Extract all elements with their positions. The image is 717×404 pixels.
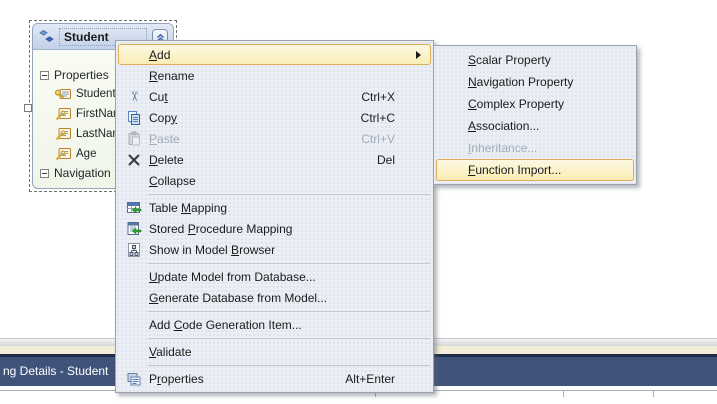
menu-shortcut: Del [377,153,395,167]
menu-item-delete[interactable]: Delete Del [118,149,431,170]
menu-item-show-in-model-browser[interactable]: Show in Model Browser [118,239,431,260]
menu-item-label: Update Model from Database... [149,270,316,284]
submenu-item-function-import[interactable]: Function Import... [436,159,634,181]
ef-designer-canvas: ng Details - Student Student [0,0,717,404]
menu-item-add[interactable]: Add [118,44,431,65]
menu-item-stored-procedure-mapping[interactable]: Stored Procedure Mapping [118,218,431,239]
submenu-item-scalar-property[interactable]: Scalar Property [436,49,634,71]
scalar-property-icon [54,127,72,141]
menu-icon-gutter [119,371,149,387]
menu-icon-gutter: ✂ [119,90,149,103]
menu-icon-gutter [119,110,149,126]
section-label: Properties [54,68,109,82]
submenu-arrow-icon [416,51,421,59]
mapping-details-title: ng Details - Student [3,364,108,378]
grid-column-tick [653,390,654,397]
menu-icon-gutter [119,131,149,147]
menu-icon-gutter [119,200,149,216]
menu-icon-gutter [119,153,149,167]
menu-item-label: Table Mapping [149,201,227,215]
menu-item-label: Navigation Property [468,75,573,89]
section-label: Navigation [54,166,111,180]
selection-handle[interactable] [24,104,32,112]
menu-item-label: Stored Procedure Mapping [149,222,292,236]
property-label: Age [76,148,96,160]
table-mapping-icon [126,200,142,216]
menu-item-paste[interactable]: Paste Ctrl+V [118,128,431,149]
scissors-icon: ✂ [128,91,141,102]
menu-separator [148,365,430,366]
menu-shortcut: Alt+Enter [345,372,395,386]
submenu-item-inheritance[interactable]: Inheritance... [436,137,634,159]
submenu-item-complex-property[interactable]: Complex Property [436,93,634,115]
menu-item-copy[interactable]: Copy Ctrl+C [118,107,431,128]
menu-item-label: Add [149,48,170,62]
grid-column-tick [563,390,564,397]
submenu-item-navigation-property[interactable]: Navigation Property [436,71,634,93]
menu-item-validate[interactable]: Validate [118,341,431,362]
menu-separator [148,338,430,339]
delete-x-icon [127,153,141,167]
submenu-item-association[interactable]: Association... [436,115,634,137]
menu-separator [148,263,430,264]
menu-icon-gutter [119,221,149,237]
menu-item-label: Rename [149,69,194,83]
menu-item-label: Association... [468,119,539,133]
menu-item-label: Delete [149,153,184,167]
menu-item-label: Function Import... [468,163,561,177]
menu-shortcut: Ctrl+X [361,90,395,104]
menu-item-label: Generate Database from Model... [149,291,327,305]
menu-item-properties[interactable]: Properties Alt+Enter [118,368,431,389]
context-menu: Add Rename ✂ Cut Ctrl+X Copy Ctrl+C [115,40,434,393]
properties-icon [126,371,142,387]
stored-procedure-mapping-icon [126,221,142,237]
menu-item-label: Validate [149,345,192,359]
menu-shortcut: Ctrl+C [361,111,395,125]
primary-key-icon [54,87,72,101]
model-browser-icon [126,242,142,258]
minus-expander-icon[interactable] [40,169,49,178]
scalar-property-icon [54,107,72,121]
menu-shortcut: Ctrl+V [361,132,395,146]
menu-item-label: Properties [149,372,204,386]
menu-item-label: Scalar Property [468,53,551,67]
add-submenu: Scalar Property Navigation Property Comp… [433,45,637,185]
menu-item-generate-database-from-model[interactable]: Generate Database from Model... [118,287,431,308]
entity-type-icon [39,29,54,44]
menu-item-label: Add Code Generation Item... [149,318,302,332]
minus-expander-icon[interactable] [40,71,49,80]
menu-item-cut[interactable]: ✂ Cut Ctrl+X [118,86,431,107]
menu-item-label: Inheritance... [468,141,537,155]
paste-icon [126,131,142,147]
menu-item-label: Paste [149,132,180,146]
menu-item-label: Copy [149,111,177,125]
menu-icon-gutter [119,242,149,258]
copy-icon [126,110,142,126]
menu-item-table-mapping[interactable]: Table Mapping [118,197,431,218]
menu-item-add-code-generation-item[interactable]: Add Code Generation Item... [118,314,431,335]
menu-item-label: Complex Property [468,97,564,111]
scalar-property-icon [54,147,72,161]
menu-separator [148,194,430,195]
menu-item-rename[interactable]: Rename [118,65,431,86]
menu-item-collapse[interactable]: Collapse [118,170,431,191]
menu-item-label: Show in Model Browser [149,243,275,257]
menu-item-label: Cut [149,90,168,104]
menu-separator [148,311,430,312]
menu-item-label: Collapse [149,174,196,188]
menu-item-update-model-from-database[interactable]: Update Model from Database... [118,266,431,287]
